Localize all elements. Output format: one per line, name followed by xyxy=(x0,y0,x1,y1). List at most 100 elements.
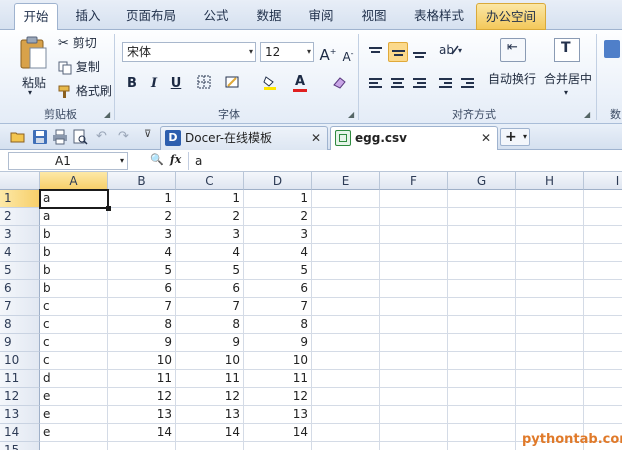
select-all-corner[interactable] xyxy=(0,172,40,190)
cell[interactable] xyxy=(380,208,448,226)
cell[interactable] xyxy=(516,190,584,208)
cell[interactable] xyxy=(312,442,380,450)
cell[interactable]: 5 xyxy=(176,262,244,280)
cell[interactable] xyxy=(380,424,448,442)
column-header[interactable]: H xyxy=(516,172,584,190)
cell[interactable]: 1 xyxy=(176,190,244,208)
tab-egg-csv[interactable]: egg.csv ✕ xyxy=(330,126,498,150)
align-bottom-button[interactable] xyxy=(410,42,430,62)
name-box[interactable]: A1 ▾ xyxy=(8,152,128,170)
cell[interactable] xyxy=(380,352,448,370)
cell[interactable]: c xyxy=(40,352,108,370)
cell[interactable]: 1 xyxy=(108,190,176,208)
cell[interactable] xyxy=(312,406,380,424)
cell[interactable] xyxy=(584,262,622,280)
increase-indent-button[interactable] xyxy=(458,74,478,94)
cell[interactable] xyxy=(108,442,176,450)
tab-start[interactable]: 开始 xyxy=(14,3,58,31)
cell[interactable] xyxy=(448,352,516,370)
cell[interactable] xyxy=(516,406,584,424)
cell[interactable] xyxy=(380,298,448,316)
row-header[interactable]: 15 xyxy=(0,442,40,450)
cell[interactable] xyxy=(380,226,448,244)
font-size-select[interactable]: 12 ▾ xyxy=(260,42,314,62)
tab-insert[interactable]: 插入 xyxy=(66,3,110,30)
bold-button[interactable]: B xyxy=(122,74,142,94)
cell[interactable] xyxy=(312,316,380,334)
row-header[interactable]: 1 xyxy=(0,190,40,208)
cell[interactable] xyxy=(448,280,516,298)
cell[interactable] xyxy=(584,334,622,352)
cell[interactable]: 7 xyxy=(176,298,244,316)
cell[interactable] xyxy=(448,190,516,208)
cell[interactable]: 13 xyxy=(176,406,244,424)
cell[interactable]: 8 xyxy=(108,316,176,334)
cell[interactable]: b xyxy=(40,244,108,262)
cell[interactable] xyxy=(380,406,448,424)
column-header[interactable]: C xyxy=(176,172,244,190)
cell[interactable]: e xyxy=(40,388,108,406)
cell[interactable]: 3 xyxy=(108,226,176,244)
cell[interactable] xyxy=(516,226,584,244)
cell[interactable] xyxy=(448,388,516,406)
new-tab-button[interactable]: + ▾ xyxy=(500,128,530,146)
cell[interactable]: 2 xyxy=(108,208,176,226)
row-header[interactable]: 8 xyxy=(0,316,40,334)
align-center-button[interactable] xyxy=(388,74,408,94)
cell[interactable] xyxy=(584,388,622,406)
cell[interactable] xyxy=(312,424,380,442)
cell[interactable] xyxy=(380,244,448,262)
cell[interactable]: a xyxy=(40,190,108,208)
cell[interactable]: 6 xyxy=(176,280,244,298)
cell[interactable] xyxy=(584,280,622,298)
tab-view[interactable]: 视图 xyxy=(352,3,396,30)
cell[interactable]: b xyxy=(40,262,108,280)
cell[interactable]: 11 xyxy=(244,370,312,388)
cell[interactable]: 4 xyxy=(176,244,244,262)
cell[interactable] xyxy=(176,442,244,450)
cell[interactable]: 10 xyxy=(244,352,312,370)
cell[interactable] xyxy=(584,370,622,388)
cell[interactable]: 13 xyxy=(244,406,312,424)
cell[interactable] xyxy=(448,244,516,262)
row-header[interactable]: 10 xyxy=(0,352,40,370)
cell[interactable] xyxy=(244,442,312,450)
align-top-button[interactable] xyxy=(366,42,386,62)
cell[interactable] xyxy=(448,442,516,450)
cell[interactable]: 11 xyxy=(176,370,244,388)
cell[interactable]: 4 xyxy=(244,244,312,262)
cell[interactable]: 5 xyxy=(108,262,176,280)
tab-office-space[interactable]: 办公空间 xyxy=(476,3,546,30)
cell[interactable]: e xyxy=(40,424,108,442)
cell[interactable] xyxy=(516,208,584,226)
close-icon[interactable]: ✕ xyxy=(481,127,491,149)
cell[interactable]: 10 xyxy=(108,352,176,370)
number-format-button[interactable] xyxy=(604,40,620,58)
tab-docer-templates[interactable]: D Docer-在线模板 ✕ xyxy=(160,126,328,150)
row-header[interactable]: 11 xyxy=(0,370,40,388)
row-header[interactable]: 3 xyxy=(0,226,40,244)
cell[interactable]: 6 xyxy=(108,280,176,298)
cell[interactable] xyxy=(584,406,622,424)
cell[interactable]: 8 xyxy=(176,316,244,334)
cell[interactable]: b xyxy=(40,280,108,298)
column-header[interactable]: A xyxy=(40,172,108,190)
column-header[interactable]: D xyxy=(244,172,312,190)
cell-style-button[interactable] xyxy=(222,74,242,94)
cell[interactable] xyxy=(40,442,108,450)
font-color-button[interactable]: A xyxy=(290,72,310,92)
cell[interactable]: 13 xyxy=(108,406,176,424)
cell[interactable] xyxy=(516,280,584,298)
cell[interactable]: 12 xyxy=(244,388,312,406)
cell[interactable] xyxy=(312,298,380,316)
border-button[interactable] xyxy=(194,74,214,94)
save-icon[interactable] xyxy=(32,129,48,145)
cell[interactable]: b xyxy=(40,226,108,244)
print-preview-icon[interactable] xyxy=(72,129,88,145)
cell[interactable] xyxy=(380,316,448,334)
tab-data[interactable]: 数据 xyxy=(247,3,291,30)
cell[interactable] xyxy=(312,370,380,388)
clipboard-launcher-icon[interactable]: ◢ xyxy=(104,110,110,119)
cell[interactable] xyxy=(584,352,622,370)
cell[interactable]: 5 xyxy=(244,262,312,280)
